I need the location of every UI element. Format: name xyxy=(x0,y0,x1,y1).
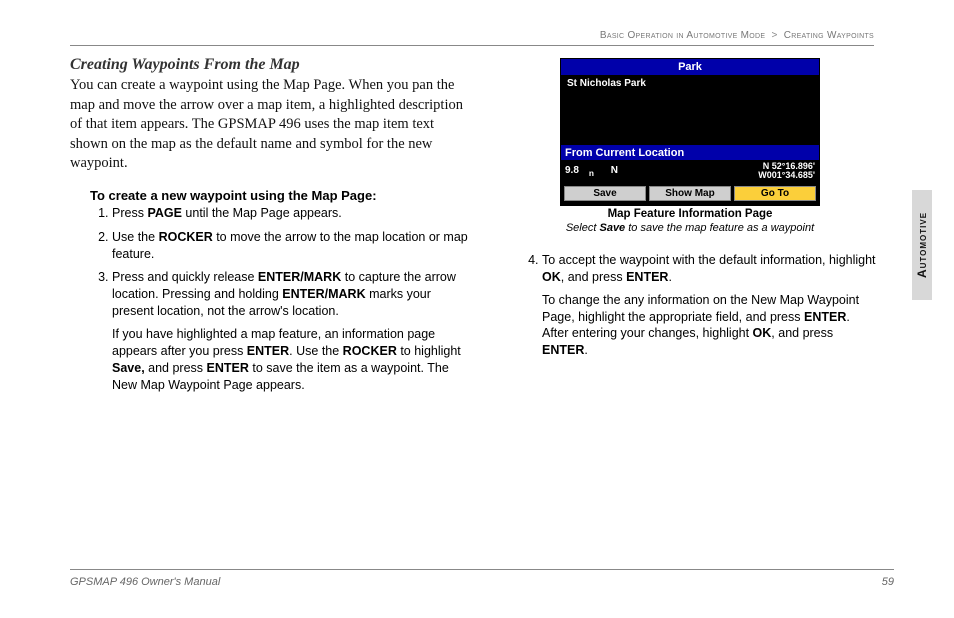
steps-list-left: Press PAGE until the Map Page appears. U… xyxy=(112,205,470,394)
list-item: To accept the waypoint with the default … xyxy=(542,252,880,359)
step-text: . Use the xyxy=(289,344,343,358)
device-save-button[interactable]: Save xyxy=(564,186,646,201)
coordinates: N 52°16.896' W001°34.685' xyxy=(758,162,815,181)
step-text: . xyxy=(668,270,671,284)
intro-paragraph: You can create a waypoint using the Map … xyxy=(70,76,470,174)
section-tab: Automotive xyxy=(912,190,932,300)
caption-text: to save the map feature as a waypoint xyxy=(625,222,814,234)
key-name: PAGE xyxy=(147,206,182,220)
step-text: until the Map Page appears. xyxy=(182,206,342,220)
device-title-bar: Park xyxy=(561,59,819,75)
left-column: Creating Waypoints From the Map You can … xyxy=(70,56,470,401)
divider-top xyxy=(70,45,874,46)
key-name: ENTER/MARK xyxy=(282,287,365,301)
steps-list-right: To accept the waypoint with the default … xyxy=(542,252,880,359)
breadcrumb-page: Creating Waypoints xyxy=(784,30,874,41)
right-column: Park St Nicholas Park From Current Locat… xyxy=(500,56,880,401)
key-name: OK xyxy=(542,270,561,284)
caption-text: Select xyxy=(566,222,600,234)
distance-value: 9.8 xyxy=(565,165,579,176)
device-button-row: Save Show Map Go To xyxy=(561,183,819,205)
step-text: Use the xyxy=(112,230,159,244)
key-name: ENTER xyxy=(542,343,584,357)
key-name: ROCKER xyxy=(343,344,397,358)
step-text: Press and quickly release xyxy=(112,270,258,284)
step-subparagraph: To change the any information on the New… xyxy=(542,292,878,360)
content-columns: Creating Waypoints From the Map You can … xyxy=(70,56,914,401)
key-name: ENTER xyxy=(207,361,249,375)
breadcrumb-section: Basic Operation in Automotive Mode xyxy=(600,30,765,41)
key-name: ENTER xyxy=(804,310,846,324)
section-tab-label: Automotive xyxy=(915,212,929,278)
device-goto-button[interactable]: Go To xyxy=(734,186,816,201)
list-item: Press PAGE until the Map Page appears. xyxy=(112,205,470,222)
footer-manual-title: GPSMAP 496 Owner's Manual xyxy=(70,576,220,588)
distance-unit: n xyxy=(589,168,594,178)
location-row: 9.8 n N N 52°16.896' W001°34.685' xyxy=(561,160,819,183)
list-item: Use the ROCKER to move the arrow to the … xyxy=(112,229,470,263)
step-text: and press xyxy=(145,361,207,375)
figure-subcaption: Select Save to save the map feature as a… xyxy=(560,222,820,234)
key-name: OK xyxy=(753,326,772,340)
device-screenshot: Park St Nicholas Park From Current Locat… xyxy=(560,58,820,234)
heading-direction: N xyxy=(611,165,618,176)
footer-page-number: 59 xyxy=(882,576,894,588)
step-text: . xyxy=(584,343,587,357)
feature-name: St Nicholas Park xyxy=(567,78,646,89)
coord-lon: W001°34.685' xyxy=(758,171,815,180)
breadcrumb: Basic Operation in Automotive Mode > Cre… xyxy=(70,30,914,41)
step-subparagraph: If you have highlighted a map feature, a… xyxy=(112,326,468,394)
key-name: ENTER/MARK xyxy=(258,270,341,284)
figure-caption: Map Feature Information Page xyxy=(560,208,820,220)
key-name: ROCKER xyxy=(159,230,213,244)
from-current-location-label: From Current Location xyxy=(561,145,819,160)
manual-page: Basic Operation in Automotive Mode > Cre… xyxy=(0,0,954,618)
device-body: St Nicholas Park xyxy=(561,75,819,145)
steps-title: To create a new waypoint using the Map P… xyxy=(90,188,470,203)
breadcrumb-separator: > xyxy=(771,30,777,41)
device-showmap-button[interactable]: Show Map xyxy=(649,186,731,201)
key-name: ENTER xyxy=(247,344,289,358)
key-name: ENTER xyxy=(626,270,668,284)
caption-bold: Save xyxy=(599,222,625,234)
list-item: Press and quickly release ENTER/MARK to … xyxy=(112,269,470,393)
key-name: Save, xyxy=(112,361,145,375)
step-text: To accept the waypoint with the default … xyxy=(542,253,876,267)
step-text: , and press xyxy=(561,270,626,284)
section-heading: Creating Waypoints From the Map xyxy=(70,56,470,74)
distance-heading: 9.8 n N xyxy=(565,165,628,178)
page-footer: GPSMAP 496 Owner's Manual 59 xyxy=(70,569,894,588)
step-text: , and press xyxy=(771,326,833,340)
step-text: to highlight xyxy=(397,344,461,358)
step-text: Press xyxy=(112,206,147,220)
device-screen: Park St Nicholas Park From Current Locat… xyxy=(560,58,820,206)
